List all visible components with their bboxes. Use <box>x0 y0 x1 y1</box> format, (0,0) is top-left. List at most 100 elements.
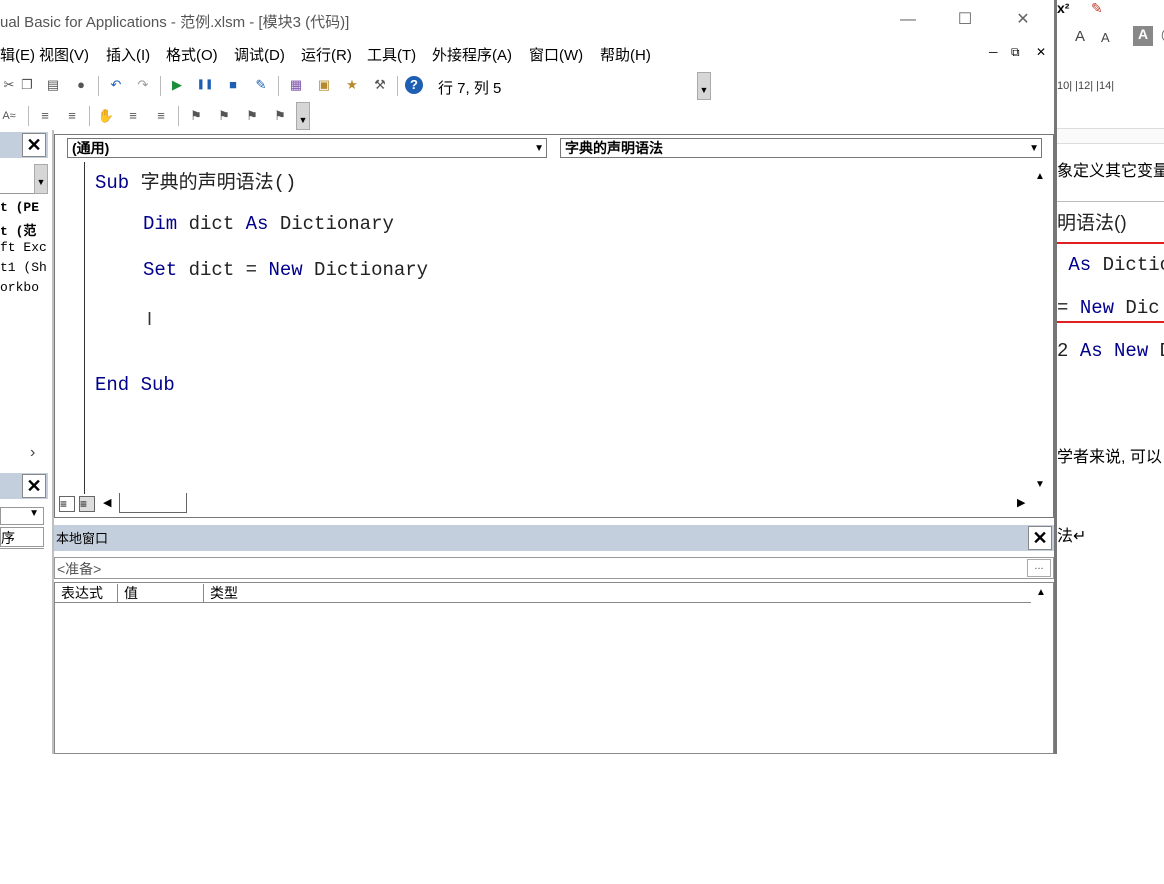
project-explorer-options-icon[interactable]: ▼ <box>34 164 48 194</box>
break-icon[interactable]: ❚❚ <box>196 76 214 94</box>
title-bar: ual Basic for Applications - 范例.xlsm - [… <box>0 0 1054 40</box>
locals-context: <准备> <box>57 561 102 577</box>
call-stack-button[interactable]: ... <box>1027 559 1051 577</box>
comment-block-icon[interactable]: ≡ <box>124 107 142 125</box>
bookmark-icon[interactable]: ⚑ <box>187 107 205 125</box>
properties-object-dropdown[interactable]: ▼ <box>0 507 44 525</box>
procedure-combo[interactable]: 字典的声明语法 ▼ <box>560 138 1042 158</box>
menu-format[interactable]: 格式(O) <box>166 44 218 65</box>
copy-icon[interactable]: ❐ <box>18 76 36 94</box>
menu-view[interactable]: 视图(V) <box>39 44 89 65</box>
doc-text: 法↵ <box>1057 528 1087 545</box>
doc-code-line: = New Dic <box>1057 297 1160 319</box>
margin-indicator-bar[interactable] <box>58 162 85 494</box>
tree-item[interactable]: t (PE <box>0 200 39 215</box>
close-icon[interactable]: ✕ <box>1011 8 1035 32</box>
scroll-up-icon[interactable]: ▲ <box>1030 167 1050 187</box>
toolbar-separator <box>28 106 29 126</box>
run-icon[interactable]: ▶ <box>168 76 186 94</box>
menu-help[interactable]: 帮助(H) <box>600 44 651 65</box>
horizontal-scroll-thumb[interactable] <box>119 493 187 513</box>
scroll-up-icon[interactable]: ▲ <box>1031 583 1051 603</box>
column-header-expression[interactable]: 表达式 <box>55 584 118 602</box>
menu-debug[interactable]: 调试(D) <box>234 44 285 65</box>
previous-bookmark-icon[interactable]: ⚑ <box>243 107 261 125</box>
text-cursor-icon: I <box>147 309 153 329</box>
project-explorer-icon[interactable]: ▦ <box>287 76 305 94</box>
tree-item[interactable]: ft Exc <box>0 240 47 255</box>
outdent-icon[interactable]: ≡ <box>63 107 81 125</box>
object-combo[interactable]: (通用) ▼ <box>67 138 547 158</box>
doc-code-line: 2 As New D <box>1057 340 1164 362</box>
scroll-right-icon[interactable]: ▶ <box>1017 496 1025 509</box>
chevron-down-icon[interactable]: ▼ <box>534 140 544 158</box>
code-line: Sub 字典的声明语法() <box>95 172 297 194</box>
menu-run[interactable]: 运行(R) <box>301 44 352 65</box>
procedure-view-icon[interactable]: ≡ <box>59 496 75 512</box>
mdi-close-icon[interactable]: ✕ <box>1036 45 1046 59</box>
code-editor[interactable]: Sub 字典的声明语法() Dim dict As Dictionary Set… <box>87 163 1027 493</box>
project-explorer-close-icon[interactable]: ✕ <box>22 133 46 157</box>
toolbar-separator <box>98 76 99 96</box>
design-mode-icon[interactable]: ✎ <box>252 76 270 94</box>
font-shrink-icon[interactable]: A <box>1101 30 1110 45</box>
doc-text: 象定义其它变量 <box>1057 163 1164 180</box>
toggle-breakpoint-icon[interactable]: ✋ <box>97 107 115 125</box>
indent-icon[interactable]: ≡ <box>36 107 54 125</box>
mdi-minimize-icon[interactable]: ─ <box>989 45 998 59</box>
character-shading-icon[interactable]: A <box>1133 26 1153 46</box>
tree-item[interactable]: t1 (Sh <box>0 260 47 275</box>
reset-icon[interactable]: ■ <box>224 76 242 94</box>
redo-icon[interactable]: ↷ <box>134 76 152 94</box>
superscript-icon[interactable]: x² <box>1057 0 1069 16</box>
mdi-restore-icon[interactable]: ⧉ <box>1011 45 1020 60</box>
locals-close-icon[interactable]: ✕ <box>1028 526 1052 550</box>
doc-divider <box>1057 201 1164 202</box>
list-properties-icon[interactable]: A≈ <box>0 107 18 125</box>
tree-item[interactable]: orkbo <box>0 280 39 295</box>
eraser-icon[interactable]: ✎ <box>1091 0 1103 17</box>
background-document: x² ✎ A A A ◯ 10| |12| |14| 象定义其它变量 明语法()… <box>1054 0 1164 754</box>
object-browser-icon[interactable]: ★ <box>343 76 361 94</box>
menu-edit[interactable]: 辑(E) <box>0 44 35 65</box>
edit-toolbar: A≈ ≡ ≡ ✋ ≡ ≡ ⚑ ⚑ ⚑ ⚑ ▼ <box>0 102 1054 130</box>
vertical-scrollbar[interactable]: ▲ ▼ <box>1030 165 1050 495</box>
paste-icon[interactable]: ▤ <box>44 76 62 94</box>
column-header-value[interactable]: 值 <box>118 584 204 602</box>
undo-icon[interactable]: ↶ <box>107 76 125 94</box>
properties-tab[interactable]: 序 <box>0 527 44 547</box>
font-grow-icon[interactable]: A <box>1075 28 1085 45</box>
standard-toolbar: ✂ ❐ ▤ ● ↶ ↷ ▶ ❚❚ ■ ✎ ▦ ▣ ★ ⚒ ? 行 7, 列 5 … <box>0 70 1054 102</box>
toolbox-icon[interactable]: ⚒ <box>371 76 389 94</box>
clear-bookmarks-icon[interactable]: ⚑ <box>271 107 289 125</box>
scroll-down-icon[interactable]: ▼ <box>1030 475 1050 495</box>
column-header-type[interactable]: 类型 <box>204 584 1031 602</box>
procedure-combo-value: 字典的声明语法 <box>565 140 663 156</box>
next-bookmark-icon[interactable]: ⚑ <box>215 107 233 125</box>
maximize-icon[interactable]: ☐ <box>953 8 977 32</box>
tree-item[interactable]: t (范 <box>0 220 36 239</box>
full-module-view-icon[interactable]: ≡ <box>79 496 95 512</box>
horizontal-scrollbar[interactable]: ≡ ≡ ◀ ▶ <box>55 493 1053 515</box>
menu-tools[interactable]: 工具(T) <box>367 44 416 65</box>
find-icon[interactable]: ● <box>72 76 90 94</box>
menu-insert[interactable]: 插入(I) <box>106 44 150 65</box>
help-icon[interactable]: ? <box>405 76 423 94</box>
toolbar-options-icon[interactable]: ▼ <box>296 102 310 130</box>
scroll-left-icon[interactable]: ◀ <box>103 496 111 509</box>
minimize-icon[interactable]: — <box>896 8 920 32</box>
toolbar-options-icon[interactable]: ▼ <box>697 72 711 100</box>
locals-window-title: 本地窗口 <box>56 531 109 546</box>
uncomment-block-icon[interactable]: ≡ <box>152 107 170 125</box>
menu-bar: 辑(E) 视图(V) 插入(I) 格式(O) 调试(D) 运行(R) 工具(T)… <box>0 40 1054 68</box>
menu-window[interactable]: 窗口(W) <box>529 44 583 65</box>
tree-scroll-right-icon[interactable]: › <box>30 444 35 462</box>
cut-icon[interactable]: ✂ <box>0 76 18 94</box>
properties-close-icon[interactable]: ✕ <box>22 474 46 498</box>
code-line: End Sub <box>95 374 175 396</box>
chevron-down-icon[interactable]: ▼ <box>1029 140 1039 158</box>
properties-icon[interactable]: ▣ <box>315 76 333 94</box>
window-title: ual Basic for Applications - 范例.xlsm - [… <box>0 14 350 31</box>
menu-addins[interactable]: 外接程序(A) <box>432 44 512 65</box>
locals-window-header: 本地窗口 ✕ <box>54 525 1054 551</box>
